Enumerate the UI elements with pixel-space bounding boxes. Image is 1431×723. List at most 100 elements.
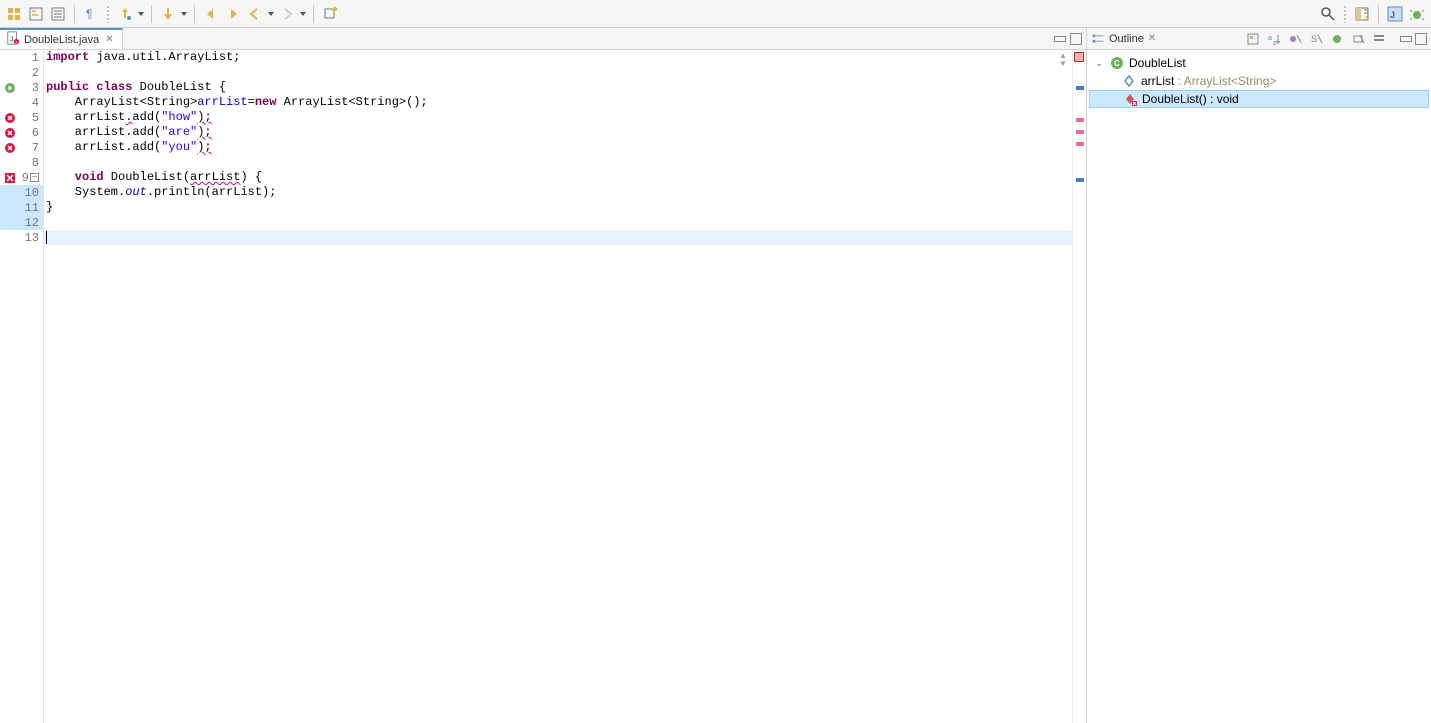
show-whitespace-icon[interactable]: ¶ xyxy=(81,4,101,24)
nav-forward-history-icon[interactable] xyxy=(277,4,297,24)
line-num-5: 5 xyxy=(20,111,44,125)
focus-on-active-icon[interactable] xyxy=(1244,30,1262,48)
java-perspective-icon[interactable]: J xyxy=(1385,4,1405,24)
code-line: arrList.add("you"); xyxy=(44,140,1072,155)
line-num-11: 11 xyxy=(20,201,44,215)
method-error-icon xyxy=(1122,91,1138,107)
outline-tree[interactable]: ⌄ C DoubleList arrList : ArrayList<Strin… xyxy=(1087,50,1431,723)
code-line: arrList.add("are"); xyxy=(44,125,1072,140)
sort-icon[interactable]: az xyxy=(1265,30,1283,48)
code-line-current xyxy=(44,230,1072,245)
field-default-icon xyxy=(1121,73,1137,89)
line-num-7: 7 xyxy=(20,141,44,155)
line-num-1: 1 xyxy=(20,51,44,65)
toggle-mark-occurrences-icon[interactable] xyxy=(26,4,46,24)
back-icon[interactable] xyxy=(201,4,221,24)
main-toolbar: ¶ J xyxy=(0,0,1431,28)
code-line: import java.util.ArrayList; xyxy=(44,50,1072,65)
twisty-down-icon[interactable]: ⌄ xyxy=(1093,58,1105,69)
outline-toolbar: Outline ✕ az S xyxy=(1087,28,1431,50)
svg-text:J: J xyxy=(10,37,14,44)
error-marker-icon[interactable] xyxy=(0,127,20,139)
editor-tabbar: Jx DoubleList.java ✕ xyxy=(0,28,1086,50)
code-line: void DoubleList(arrList) { xyxy=(44,170,1072,185)
error-marker-icon[interactable] xyxy=(0,142,20,154)
hide-nonpublic-icon[interactable] xyxy=(1328,30,1346,48)
pin-editor-icon[interactable] xyxy=(320,4,340,24)
hide-fields-icon[interactable] xyxy=(1286,30,1304,48)
toggle-breadcrumb-icon[interactable] xyxy=(4,4,24,24)
outline-tab-label: Outline xyxy=(1109,33,1144,45)
svg-text:C: C xyxy=(1114,59,1120,68)
line-num-2: 2 xyxy=(20,66,44,80)
svg-text:J: J xyxy=(1390,10,1395,20)
maximize-icon[interactable] xyxy=(1070,33,1082,45)
outline-method-sig: : void xyxy=(1207,92,1239,106)
error-quickfix-icon[interactable] xyxy=(0,172,20,184)
main-split: Jx DoubleList.java ✕ 1 2 3 4 5 6 7 8 9− xyxy=(0,28,1431,723)
next-annotation-icon[interactable] xyxy=(158,4,178,24)
editor-pane: Jx DoubleList.java ✕ 1 2 3 4 5 6 7 8 9− xyxy=(0,28,1087,723)
search-icon[interactable] xyxy=(1318,4,1338,24)
outline-method-label: DoubleList() xyxy=(1142,92,1207,106)
view-menu-icon[interactable] xyxy=(1370,30,1388,48)
line-num-6: 6 xyxy=(20,126,44,140)
code-line: public class DoubleList { xyxy=(44,80,1072,95)
fold-toggle-icon[interactable]: − xyxy=(30,173,39,182)
next-annotation-dropdown[interactable] xyxy=(180,4,188,24)
nav-back-dropdown[interactable] xyxy=(267,4,275,24)
svg-text:¶: ¶ xyxy=(86,7,92,21)
toggle-block-icon[interactable] xyxy=(48,4,68,24)
annotation-nav-dropdown[interactable] xyxy=(137,4,145,24)
line-num-4: 4 xyxy=(20,96,44,110)
overview-ruler[interactable]: ▲▼ xyxy=(1072,50,1086,723)
close-icon[interactable]: ✕ xyxy=(103,34,115,45)
editor-tab-label: DoubleList.java xyxy=(24,34,99,46)
outline-tab[interactable]: Outline ✕ xyxy=(1091,32,1156,46)
code-line xyxy=(44,65,1072,80)
line-num-3: 3 xyxy=(20,81,44,95)
open-perspective-icon[interactable] xyxy=(1352,4,1372,24)
debug-perspective-icon[interactable] xyxy=(1407,4,1427,24)
editor-gutter[interactable]: 1 2 3 4 5 6 7 8 9− 10 11 12 13 xyxy=(0,50,44,723)
forward-icon[interactable] xyxy=(223,4,243,24)
code-line xyxy=(44,155,1072,170)
nav-back-history-icon[interactable] xyxy=(245,4,265,24)
outline-node-class[interactable]: ⌄ C DoubleList xyxy=(1089,54,1429,72)
svg-text:S: S xyxy=(1311,34,1317,44)
line-num-8: 8 xyxy=(20,156,44,170)
code-area[interactable]: import java.util.ArrayList; public class… xyxy=(44,50,1072,723)
editor-body: 1 2 3 4 5 6 7 8 9− 10 11 12 13 import ja… xyxy=(0,50,1086,723)
line-num-9: 9− xyxy=(20,171,44,185)
run-marker-icon[interactable] xyxy=(0,82,20,94)
java-file-icon: Jx xyxy=(6,31,20,48)
code-line xyxy=(44,215,1072,230)
class-icon: C xyxy=(1109,55,1125,71)
svg-text:a: a xyxy=(1268,35,1272,42)
line-num-12: 12 xyxy=(20,216,44,230)
error-marker-icon[interactable] xyxy=(0,112,20,124)
line-num-10: 10 xyxy=(20,186,44,200)
outline-class-label: DoubleList xyxy=(1129,56,1186,70)
hide-local-icon[interactable] xyxy=(1349,30,1367,48)
outline-field-label: arrList xyxy=(1141,74,1174,88)
code-line: } xyxy=(44,200,1072,215)
outline-pane: Outline ✕ az S ⌄ C DoubleList xyxy=(1087,28,1431,723)
line-num-13: 13 xyxy=(20,231,44,245)
close-icon[interactable]: ✕ xyxy=(1148,33,1156,44)
outline-icon xyxy=(1091,32,1105,46)
minimize-icon[interactable] xyxy=(1054,36,1066,42)
outline-node-field[interactable]: arrList : ArrayList<String> xyxy=(1089,72,1429,90)
maximize-icon[interactable] xyxy=(1415,33,1427,45)
editor-tab[interactable]: Jx DoubleList.java ✕ xyxy=(0,28,123,49)
code-line: System.out.println(arrList); xyxy=(44,185,1072,200)
error-summary-icon[interactable] xyxy=(1074,52,1084,62)
code-line: arrList.add("how"); xyxy=(44,110,1072,125)
hide-static-icon[interactable]: S xyxy=(1307,30,1325,48)
minimize-icon[interactable] xyxy=(1400,36,1412,42)
outline-field-sig: : ArrayList<String> xyxy=(1174,74,1276,88)
annotation-nav-icon[interactable] xyxy=(115,4,135,24)
code-line: ArrayList<String>arrList=new ArrayList<S… xyxy=(44,95,1072,110)
nav-forward-dropdown[interactable] xyxy=(299,4,307,24)
outline-node-method[interactable]: DoubleList() : void xyxy=(1089,90,1429,108)
